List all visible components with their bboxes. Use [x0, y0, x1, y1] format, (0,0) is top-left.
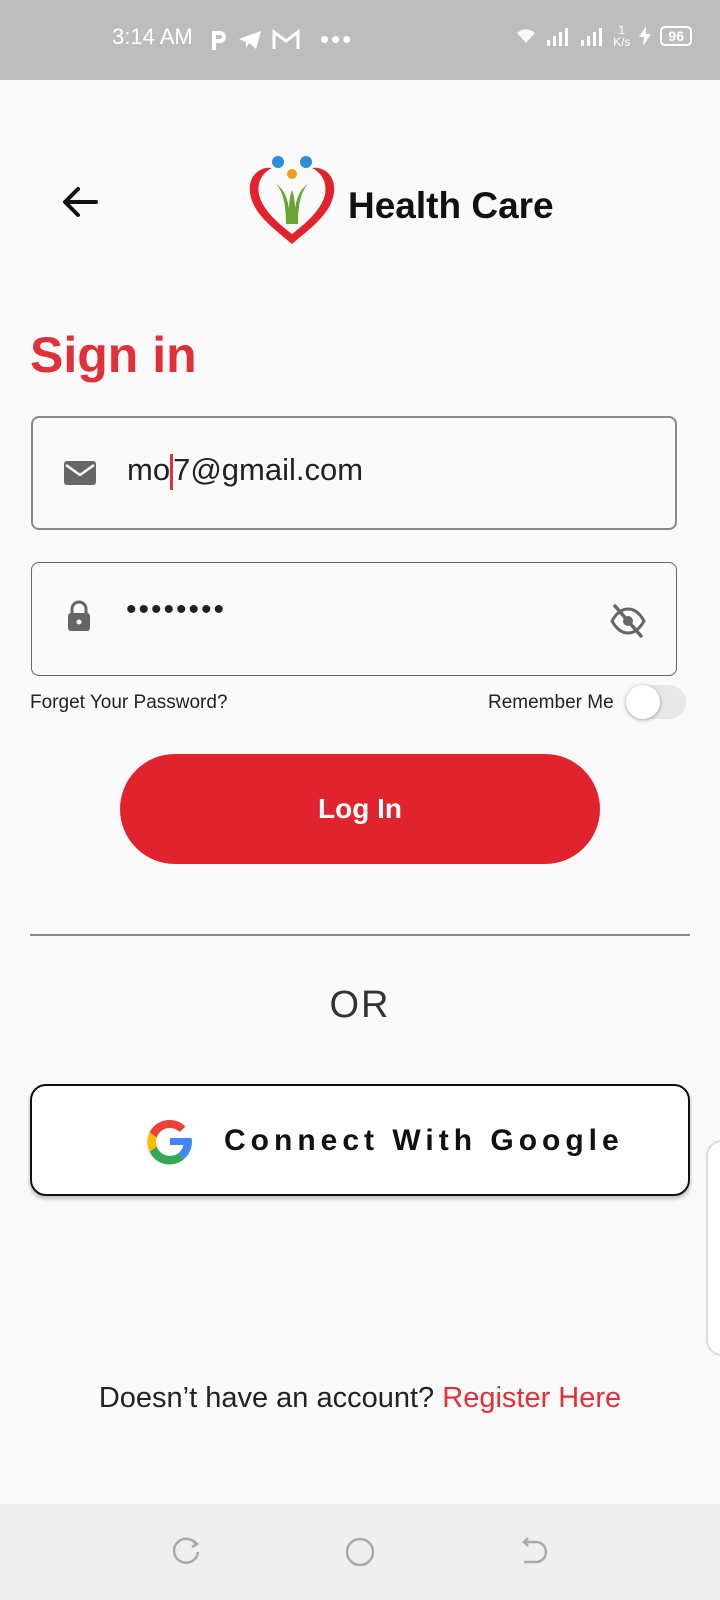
- email-value: mo7@gmail.com: [127, 452, 363, 490]
- remember-me-label: Remember Me: [488, 692, 614, 713]
- parking-icon: [212, 30, 226, 50]
- google-button-label: Connect With Google: [224, 1124, 624, 1157]
- side-edge-panel-handle[interactable]: [706, 1140, 720, 1356]
- login-button[interactable]: Log In: [120, 754, 600, 864]
- gmail-icon: [272, 28, 300, 49]
- home-icon[interactable]: [344, 1536, 376, 1568]
- charging-icon: [639, 26, 652, 46]
- battery-level: 96: [660, 26, 692, 46]
- lock-icon: [68, 600, 90, 631]
- notification-icons: •••: [210, 24, 353, 55]
- back-button[interactable]: [56, 178, 104, 226]
- register-prompt-text: Doesn’t have an account?: [98, 1382, 443, 1414]
- password-field[interactable]: ••••••••: [31, 562, 677, 676]
- status-icons: 1 K/s 96: [515, 24, 692, 48]
- email-value-after-caret: 7@gmail.com: [173, 452, 364, 487]
- register-link[interactable]: Register Here: [442, 1382, 621, 1414]
- google-signin-button[interactable]: Connect With Google: [30, 1084, 690, 1196]
- wifi-icon: [517, 29, 536, 43]
- or-separator: OR: [329, 984, 391, 1026]
- heart-family-logo-icon: [249, 156, 335, 244]
- back-nav-icon[interactable]: [518, 1536, 550, 1568]
- status-bar: 3:14 AM ••• 1 K/s 96: [0, 0, 720, 80]
- system-nav-bar: [0, 1504, 720, 1600]
- app-logo: Health Care: [246, 154, 554, 250]
- email-value-before-caret: mo: [127, 452, 171, 487]
- status-time: 3:14 AM: [112, 24, 193, 49]
- more-notifications-icon: •••: [320, 24, 354, 54]
- remember-me-toggle[interactable]: [626, 685, 686, 719]
- forget-password-link[interactable]: Forget Your Password?: [30, 692, 228, 714]
- eye-off-icon[interactable]: [610, 603, 646, 639]
- brand-name: Health Care: [348, 185, 554, 226]
- google-logo-icon: [147, 1119, 192, 1165]
- arrow-left-icon: [63, 187, 98, 217]
- register-prompt: Doesn’t have an account? Register Here: [0, 1382, 720, 1415]
- email-field[interactable]: mo7@gmail.com: [31, 416, 677, 530]
- divider: [30, 934, 690, 936]
- signal-icon: [547, 28, 569, 46]
- mail-icon: [64, 461, 96, 485]
- signal-icon-2: [581, 28, 603, 46]
- page-title: Sign in: [30, 327, 197, 383]
- network-speed: 1 K/s: [613, 23, 631, 49]
- password-value: ••••••••: [126, 593, 227, 626]
- telegram-icon: [239, 30, 261, 49]
- toggle-knob: [626, 685, 660, 719]
- recent-apps-icon[interactable]: [170, 1536, 202, 1568]
